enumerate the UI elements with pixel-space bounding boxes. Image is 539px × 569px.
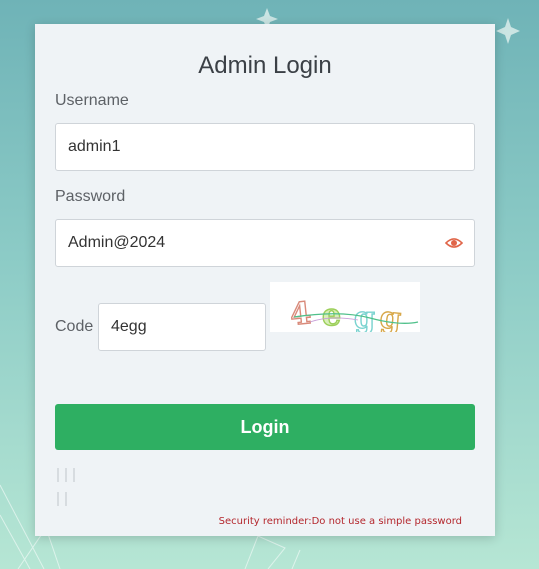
page-title: Admin Login [198, 52, 332, 79]
login-button[interactable]: Login [55, 404, 475, 450]
password-input[interactable] [55, 219, 475, 267]
username-input[interactable] [55, 123, 475, 171]
password-label: Password [55, 188, 126, 205]
username-label: Username [55, 92, 129, 109]
eye-icon[interactable] [445, 234, 463, 252]
svg-text:g: g [378, 300, 402, 332]
security-reminder: Security reminder:Do not use a simple pa… [218, 516, 462, 527]
code-label: Code [55, 318, 94, 335]
code-input[interactable] [98, 303, 266, 351]
svg-text:4: 4 [288, 296, 312, 332]
login-card: Admin Login Username Password Code 4 e g… [35, 24, 495, 536]
captcha-image[interactable]: 4 e g g [270, 282, 420, 332]
loading-indicator [57, 468, 75, 506]
svg-text:e: e [322, 298, 341, 332]
